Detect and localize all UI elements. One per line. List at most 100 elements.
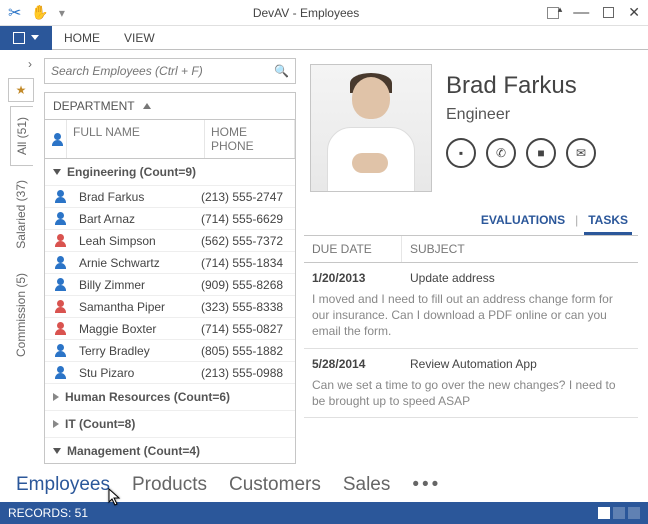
row-phone: (714) 555-0827 bbox=[201, 322, 295, 336]
table-row[interactable]: Brad Farkus(213) 555-2747 bbox=[45, 186, 295, 208]
sidebar-item-salaried[interactable]: Salaried (37) bbox=[10, 170, 32, 259]
sidebar: › ★ All (51) Salaried (37) Commission (5… bbox=[0, 50, 42, 468]
column-subject[interactable]: SUBJECT bbox=[402, 236, 473, 262]
tab-tasks[interactable]: TASKS bbox=[584, 208, 632, 235]
task-columns: DUE DATE SUBJECT bbox=[304, 236, 638, 263]
app-logo-icon: ✂ bbox=[8, 3, 21, 23]
group-row[interactable]: Engineering (Count=9) bbox=[45, 159, 295, 186]
task-subject: Review Automation App bbox=[410, 357, 537, 371]
phone-icon: ✆ bbox=[496, 146, 506, 160]
table-row[interactable]: Terry Bradley(805) 555-1882 bbox=[45, 340, 295, 362]
ribbon-options-icon[interactable]: ▴ bbox=[547, 7, 559, 19]
row-phone: (213) 555-2747 bbox=[201, 190, 295, 204]
row-name: Arnie Schwartz bbox=[75, 256, 201, 270]
task-description: I moved and I need to fill out an addres… bbox=[312, 291, 630, 340]
search-icon[interactable]: 🔍 bbox=[268, 64, 289, 78]
group-row[interactable]: Human Resources (Count=6) bbox=[45, 384, 295, 411]
nav-customers[interactable]: Customers bbox=[229, 474, 321, 496]
task-date: 1/20/2013 bbox=[312, 271, 410, 285]
phone-button[interactable]: ✆ bbox=[486, 138, 516, 168]
nav-employees[interactable]: Employees bbox=[16, 474, 110, 496]
view-1-icon[interactable] bbox=[598, 507, 610, 519]
expand-icon bbox=[53, 393, 59, 401]
minimize-icon[interactable]: — bbox=[573, 9, 589, 17]
hand-icon[interactable]: ✋ bbox=[31, 4, 48, 21]
task-item[interactable]: 5/28/2014Review Automation App Can we set… bbox=[304, 349, 638, 418]
task-date: 5/28/2014 bbox=[312, 357, 410, 371]
row-phone: (714) 555-1834 bbox=[201, 256, 295, 270]
file-menu[interactable] bbox=[0, 26, 52, 50]
status-bar: RECORDS: 51 bbox=[0, 502, 648, 524]
view-3-icon[interactable] bbox=[628, 507, 640, 519]
chat-icon: ▪ bbox=[459, 146, 463, 160]
person-icon bbox=[54, 300, 67, 313]
search-box[interactable]: 🔍 bbox=[44, 58, 296, 84]
task-item[interactable]: 1/20/2013Update address I moved and I nee… bbox=[304, 263, 638, 349]
group-title: Management (Count=4) bbox=[67, 444, 200, 458]
maximize-icon[interactable] bbox=[603, 7, 614, 18]
expand-sidebar-icon[interactable]: › bbox=[6, 54, 36, 74]
email-button[interactable]: ✉ bbox=[566, 138, 596, 168]
column-duedate[interactable]: DUE DATE bbox=[304, 236, 402, 262]
table-row[interactable]: Billy Zimmer(909) 555-8268 bbox=[45, 274, 295, 296]
tab-home[interactable]: HOME bbox=[52, 27, 112, 49]
nav-more[interactable]: ••• bbox=[412, 474, 441, 496]
tab-evaluations[interactable]: EVALUATIONS bbox=[477, 208, 569, 235]
table-row[interactable]: Leah Simpson(562) 555-7372 bbox=[45, 230, 295, 252]
view-2-icon[interactable] bbox=[613, 507, 625, 519]
table-row[interactable]: Samantha Piper(323) 555-8338 bbox=[45, 296, 295, 318]
window-title: DevAV - Employees bbox=[65, 6, 547, 20]
table-row[interactable]: Arnie Schwartz(714) 555-1834 bbox=[45, 252, 295, 274]
detail-role: Engineer bbox=[446, 106, 632, 124]
expand-icon bbox=[53, 448, 61, 454]
pin-button[interactable]: ★ bbox=[8, 78, 34, 102]
tab-view[interactable]: VIEW bbox=[112, 27, 167, 49]
group-title: Engineering (Count=9) bbox=[67, 165, 196, 179]
detail-card: Brad Farkus Engineer ▪ ✆ ■ ✉ bbox=[304, 58, 638, 208]
person-icon bbox=[54, 234, 67, 247]
person-icon bbox=[54, 212, 67, 225]
row-name: Brad Farkus bbox=[75, 190, 201, 204]
person-icon bbox=[54, 190, 67, 203]
row-phone: (562) 555-7372 bbox=[201, 234, 295, 248]
nav-products[interactable]: Products bbox=[132, 474, 207, 496]
column-icon[interactable] bbox=[45, 120, 67, 158]
table-row[interactable]: Bart Arnaz(714) 555-6629 bbox=[45, 208, 295, 230]
group-row[interactable]: IT (Count=8) bbox=[45, 411, 295, 438]
group-by-label: DEPARTMENT bbox=[53, 99, 135, 113]
row-name: Stu Pizaro bbox=[75, 366, 201, 380]
row-name: Billy Zimmer bbox=[75, 278, 201, 292]
column-fullname[interactable]: FULL NAME bbox=[67, 120, 205, 158]
sidebar-item-all[interactable]: All (51) bbox=[10, 106, 33, 166]
table-row[interactable]: Maggie Boxter(714) 555-0827 bbox=[45, 318, 295, 340]
bottom-nav: Employees Products Customers Sales ••• bbox=[0, 468, 648, 502]
person-icon bbox=[51, 133, 60, 146]
row-phone: (805) 555-1882 bbox=[201, 344, 295, 358]
row-phone: (323) 555-8338 bbox=[201, 300, 295, 314]
column-homephone[interactable]: HOME PHONE bbox=[205, 120, 295, 158]
column-headers: FULL NAME HOME PHONE bbox=[45, 120, 295, 159]
row-name: Leah Simpson bbox=[75, 234, 201, 248]
row-phone: (909) 555-8268 bbox=[201, 278, 295, 292]
pin-icon: ★ bbox=[16, 83, 27, 97]
group-row[interactable]: Management (Count=4) bbox=[45, 438, 295, 463]
avatar bbox=[310, 64, 432, 192]
group-title: IT (Count=8) bbox=[65, 417, 135, 431]
expand-icon bbox=[53, 169, 61, 175]
task-description: Can we set a time to go over the new cha… bbox=[312, 377, 630, 409]
table-row[interactable]: Stu Pizaro(213) 555-0988 bbox=[45, 362, 295, 384]
chat-button[interactable]: ▪ bbox=[446, 138, 476, 168]
view-switcher[interactable] bbox=[598, 507, 640, 519]
task-subject: Update address bbox=[410, 271, 495, 285]
row-name: Bart Arnaz bbox=[75, 212, 201, 226]
person-icon bbox=[54, 278, 67, 291]
nav-sales[interactable]: Sales bbox=[343, 474, 391, 496]
sidebar-item-commission[interactable]: Commission (5) bbox=[10, 263, 32, 367]
close-icon[interactable]: ✕ bbox=[628, 4, 640, 21]
search-input[interactable] bbox=[51, 64, 268, 78]
group-by-header[interactable]: DEPARTMENT bbox=[45, 93, 295, 120]
record-count: RECORDS: 51 bbox=[8, 506, 88, 520]
file-icon bbox=[13, 32, 25, 44]
email-icon: ✉ bbox=[576, 146, 586, 160]
video-button[interactable]: ■ bbox=[526, 138, 556, 168]
